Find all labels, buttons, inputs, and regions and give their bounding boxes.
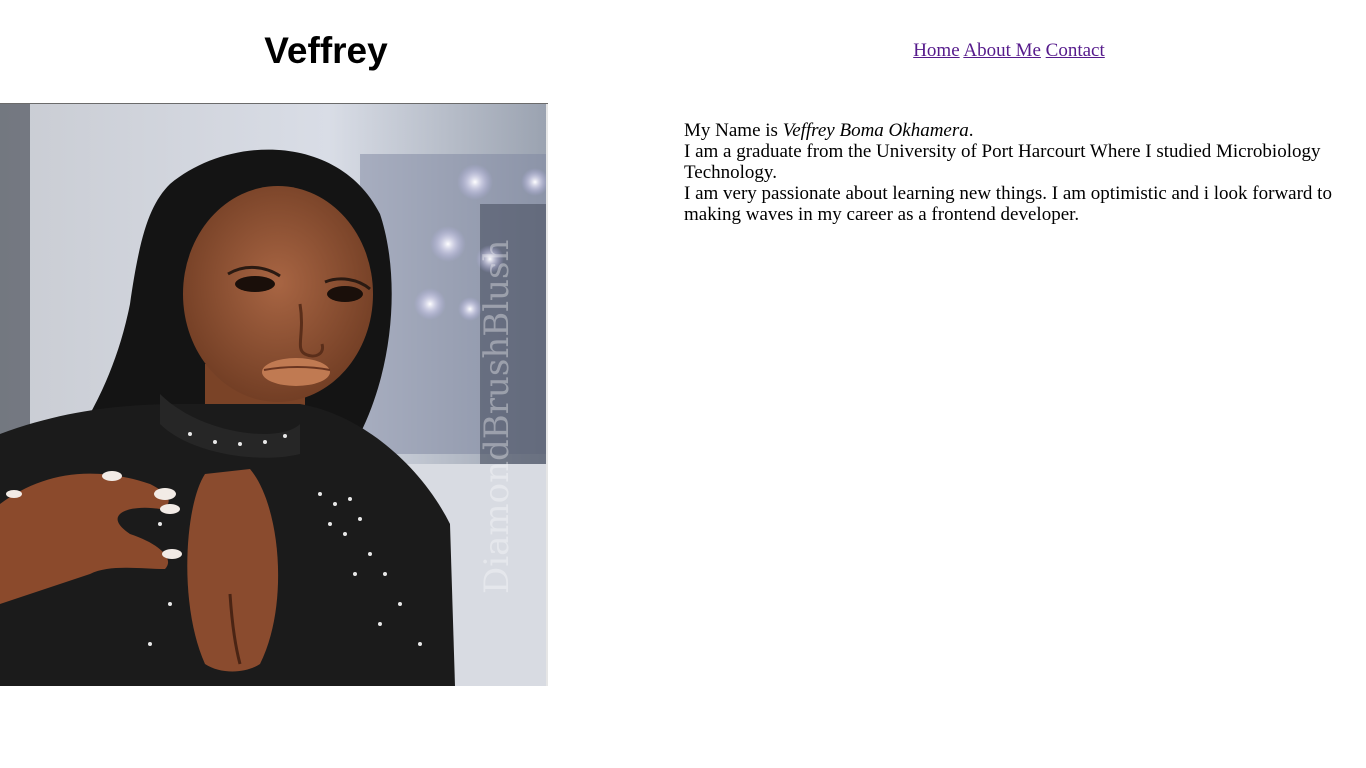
site-title: Veffrey bbox=[264, 30, 388, 71]
bio-full-name: Veffrey Boma Okhamera bbox=[782, 120, 969, 141]
bio-name-suffix: . bbox=[968, 120, 974, 141]
main-nav: Home About Me Contact bbox=[683, 40, 1335, 62]
nav-link-home[interactable]: Home bbox=[913, 40, 959, 61]
profile-photo: DiamondBrushBlush bbox=[0, 103, 548, 686]
bio-name-prefix: My Name is bbox=[684, 120, 783, 141]
photo-watermark: DiamondBrushBlush bbox=[477, 240, 517, 594]
bio-education-line: I am a graduate from the University of P… bbox=[684, 141, 1321, 183]
nav-link-contact[interactable]: Contact bbox=[1046, 40, 1105, 61]
bio-passion-line: I am very passionate about learning new … bbox=[684, 183, 1332, 225]
nav-link-about-me[interactable]: About Me bbox=[963, 40, 1041, 61]
about-bio: My Name is Veffrey Boma Okhamera. I am a… bbox=[684, 120, 1334, 225]
bio-name-line: My Name is Veffrey Boma Okhamera. bbox=[684, 120, 1334, 141]
